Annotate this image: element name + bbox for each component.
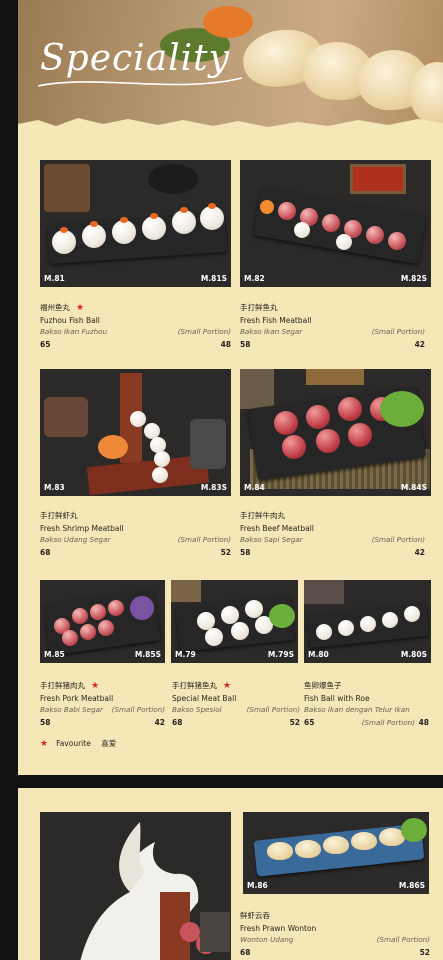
- item-price: 68: [172, 718, 183, 727]
- item-price: 65: [40, 340, 51, 349]
- dish-photo-m85[interactable]: M.85 M.85S: [40, 580, 165, 663]
- small-portion-label: (Small Portion): [111, 705, 165, 714]
- dish-code: M.85: [44, 650, 65, 659]
- small-portion-label: (Small Portion): [361, 718, 415, 727]
- item-name-en: Special Meat Ball: [172, 694, 237, 703]
- item-price-small: 48: [418, 718, 429, 727]
- dish-photo-m84[interactable]: M.84 M.84S: [240, 369, 431, 496]
- menu-item-m86[interactable]: 鲜虾云吞 Fresh Prawn Wonton Wonton Udang (Sma…: [240, 910, 430, 959]
- menu-page-1: Speciality M.81 M.81S M.82 M.82S 福州鱼丸 ★ …: [18, 0, 443, 775]
- menu-page-2: M.86 M.86S 鲜虾云吞 Fresh Prawn Wonton Wonto…: [18, 788, 443, 960]
- menu-item-m81[interactable]: 福州鱼丸 ★ Fuzhou Fish Ball Bakso Ikan Fuzhou…: [40, 302, 231, 351]
- menu-item-m80[interactable]: 鱼卵爆鱼子 Fish Ball with Roe Bakso Ikan deng…: [304, 680, 429, 729]
- menu-item-m85[interactable]: 手打鲜猪肉丸 ★ Fresh Pork Meatball Bakso Babi S…: [40, 680, 165, 729]
- dish-code: M.84: [244, 483, 265, 492]
- legend-label: Favourite: [56, 739, 91, 748]
- small-portion-label: (Small Portion): [177, 327, 231, 336]
- header-banner: Speciality: [18, 0, 443, 140]
- item-name-en: Fresh Fish Meatball: [240, 316, 312, 325]
- favourite-star-icon: ★: [76, 303, 85, 313]
- item-price: 58: [240, 548, 251, 557]
- carrot-flower-garnish: [203, 6, 253, 38]
- dish-photo-m80[interactable]: M.80 M.80S: [304, 580, 431, 663]
- favourite-legend: ★ Favourite 喜爱: [40, 738, 116, 749]
- item-name-id: Bakso Spesiol: [172, 705, 222, 714]
- dish-photo-m82[interactable]: M.82 M.82S: [240, 160, 431, 287]
- item-name-id: Bakso Babi Segar: [40, 705, 104, 714]
- favourite-star-icon: ★: [40, 739, 49, 749]
- menu-item-m84[interactable]: 手打鲜牛肉丸 Fresh Beef Meatball Bakso Sapi Se…: [240, 510, 425, 559]
- item-price-small: 52: [419, 948, 430, 957]
- item-name-cn: 鱼卵爆鱼子: [304, 681, 342, 690]
- favourite-star-icon: ★: [91, 681, 100, 691]
- item-name-id: Bakso Sapi Segar: [240, 535, 303, 544]
- item-name-id: Bakso Udang Segar: [40, 535, 111, 544]
- item-price-small: 52: [220, 548, 231, 557]
- item-name-id: Bakso Ikan Fuzhou: [40, 327, 108, 336]
- item-name-en: Fresh Beef Meatball: [240, 524, 314, 533]
- item-price: 65: [304, 718, 315, 727]
- dish-code: M.79: [175, 650, 196, 659]
- dish-code: M.83: [44, 483, 65, 492]
- dish-code-small: M.84S: [400, 483, 427, 492]
- small-portion-label: (Small Portion): [246, 705, 300, 714]
- dish-code-small: M.82S: [400, 274, 427, 283]
- item-name-cn: 手打鲜猪鱼丸: [172, 681, 217, 690]
- dish-code: M.82: [244, 274, 265, 283]
- item-name-cn: 鲜虾云吞: [240, 911, 270, 920]
- small-portion-label: (Small Portion): [371, 327, 425, 336]
- dish-code-small: M.81S: [200, 274, 227, 283]
- dish-code-small: M.83S: [200, 483, 227, 492]
- dish-code-small: M.79S: [267, 650, 294, 659]
- item-name-id: Bakso Ikan Segar: [240, 327, 303, 336]
- item-price-small: 42: [414, 548, 425, 557]
- item-price-small: 42: [154, 718, 165, 727]
- item-name-en: Fresh Shrimp Meatball: [40, 524, 124, 533]
- dish-code: M.81: [44, 274, 65, 283]
- menu-item-m82[interactable]: 手打鲜鱼丸 Fresh Fish Meatball Bakso Ikan Seg…: [240, 302, 425, 351]
- item-price: 58: [40, 718, 51, 727]
- item-name-cn: 福州鱼丸: [40, 303, 70, 312]
- torn-paper-edge: [18, 118, 443, 140]
- small-portion-label: (Small Portion): [177, 535, 231, 544]
- menu-item-m83[interactable]: 手打鲜虾丸 Fresh Shrimp Meatball Bakso Udang …: [40, 510, 231, 559]
- item-price-small: 48: [220, 340, 231, 349]
- item-name-cn: 手打鲜牛肉丸: [240, 511, 285, 520]
- menu-item-m79[interactable]: 手打鲜猪鱼丸 ★ Special Meat Ball Bakso Spesiol (…: [172, 680, 300, 729]
- dish-code-small: M.85S: [134, 650, 161, 659]
- small-portion-label: (Small Portion): [376, 935, 430, 944]
- title-swash-decoration: [37, 77, 243, 87]
- dish-photo-m79[interactable]: M.79 M.79S: [171, 580, 298, 663]
- item-name-cn: 手打鲜鱼丸: [240, 303, 278, 312]
- favourite-star-icon: ★: [223, 681, 232, 691]
- legend-label-cn: 喜爱: [101, 739, 117, 748]
- item-name-cn: 手打鲜猪肉丸: [40, 681, 85, 690]
- item-name-id: Bakso Ikan dengan Telur Ikan: [304, 705, 410, 714]
- item-name-en: Fuzhou Fish Ball: [40, 316, 100, 325]
- small-portion-label: (Small Portion): [371, 535, 425, 544]
- phoenix-sculpture-image: [80, 822, 230, 960]
- dish-code: M.80: [308, 650, 329, 659]
- item-price-small: 42: [414, 340, 425, 349]
- dish-photo-sculpture[interactable]: [40, 812, 231, 960]
- item-price: 68: [40, 548, 51, 557]
- dish-photo-m83[interactable]: M.83 M.83S: [40, 369, 231, 496]
- item-name-en: Fish Ball with Roe: [304, 694, 370, 703]
- item-price-small: 52: [289, 718, 300, 727]
- item-name-cn: 手打鲜虾丸: [40, 511, 78, 520]
- item-price: 68: [240, 948, 251, 957]
- item-name-en: Fresh Pork Meatball: [40, 694, 114, 703]
- dish-photo-m81[interactable]: M.81 M.81S: [40, 160, 231, 287]
- dish-code-small: M.80S: [400, 650, 427, 659]
- dish-photo-m86[interactable]: M.86 M.86S: [243, 812, 429, 894]
- dish-code-small: M.86S: [398, 881, 425, 890]
- item-price: 58: [240, 340, 251, 349]
- item-name-id: Wonton Udang: [240, 935, 294, 944]
- dish-code: M.86: [247, 881, 268, 890]
- item-name-en: Fresh Prawn Wonton: [240, 924, 317, 933]
